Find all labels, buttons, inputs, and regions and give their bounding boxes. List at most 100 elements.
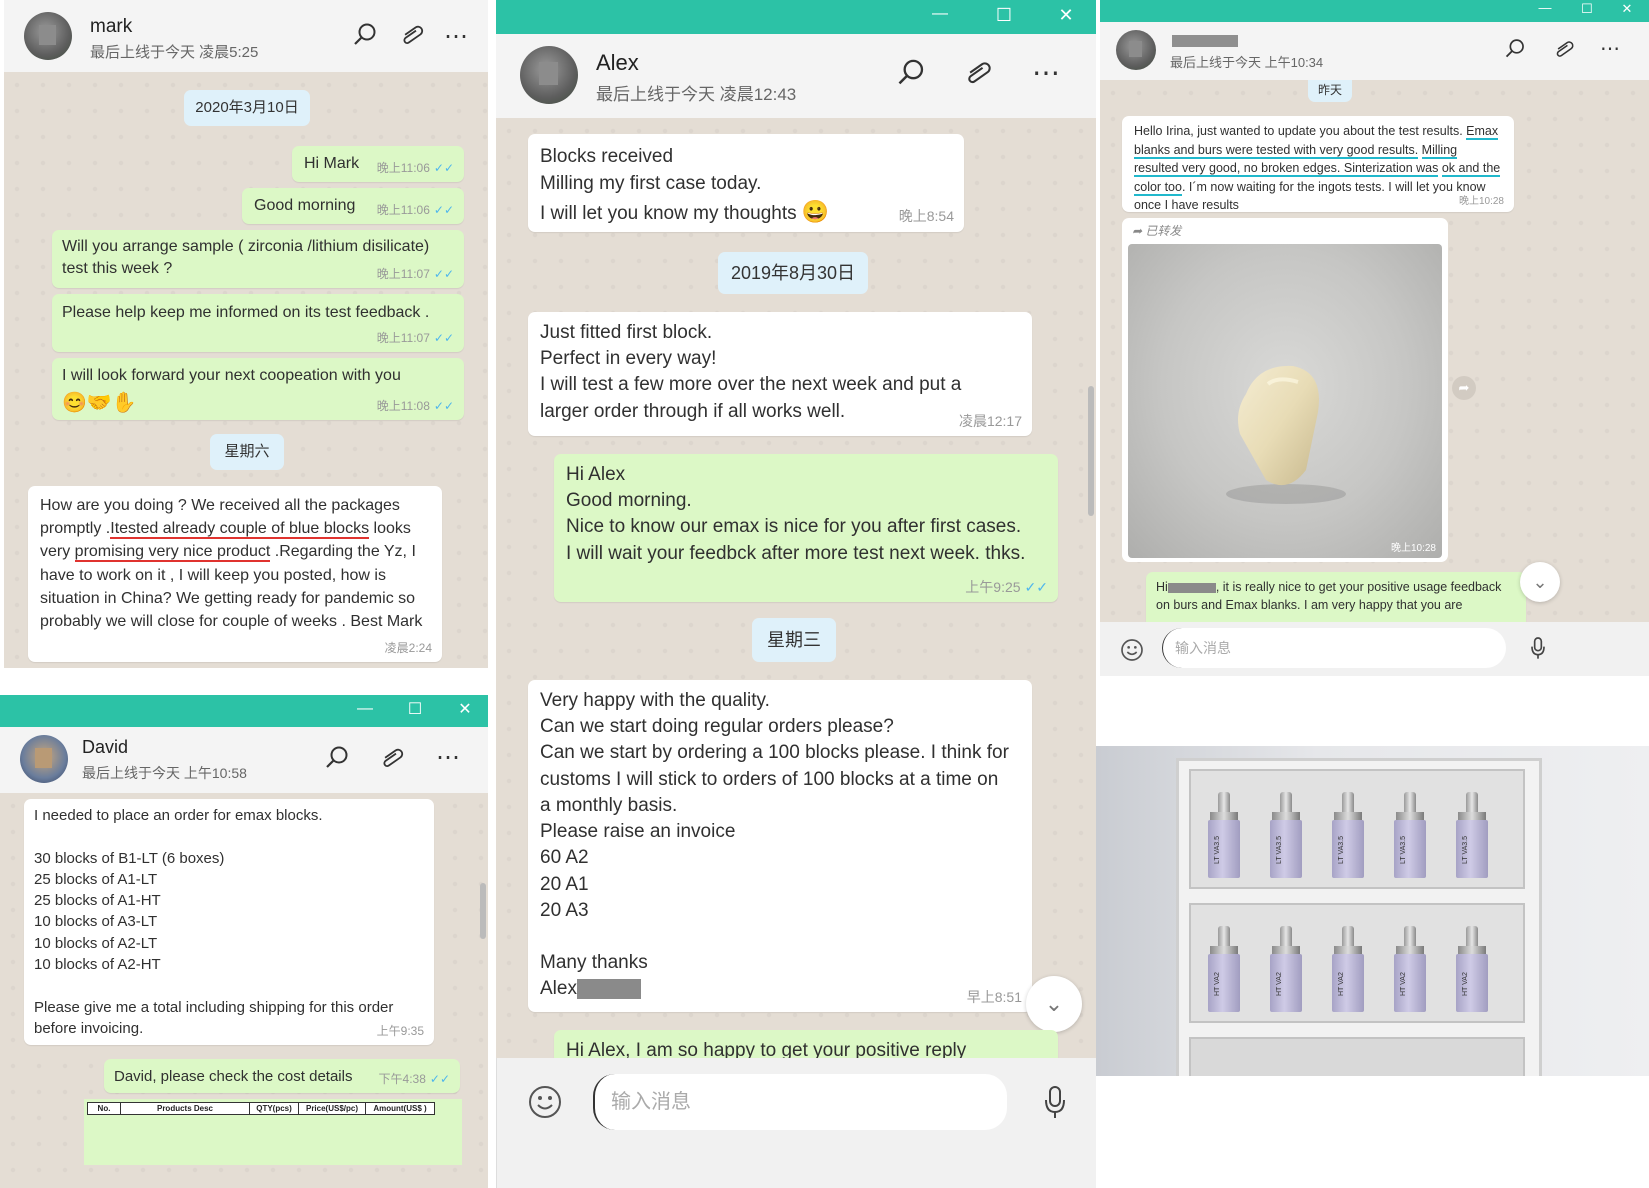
attachment-icon[interactable] <box>1552 38 1576 67</box>
message-incoming[interactable]: How are you doing ? We received all the … <box>28 486 442 662</box>
message-input[interactable]: 输入消息 <box>593 1074 1007 1130</box>
contact-name: David <box>82 737 129 757</box>
avatar[interactable] <box>520 46 578 104</box>
more-menu-icon[interactable]: ⋯ <box>1032 56 1060 89</box>
attachment-icon[interactable] <box>398 22 426 55</box>
close-icon[interactable]: ✕ <box>1050 0 1082 30</box>
message-list[interactable]: 2020年3月10日 Hi Mark 晚上11:06 ✓✓ Good mornin… <box>4 72 488 668</box>
message-time: 晚上11:07 <box>376 267 430 282</box>
message-text: I will look forward your next coopeation… <box>62 367 401 384</box>
scrollbar[interactable] <box>480 883 486 939</box>
chat-header: Alex 最后上线于今天 凌晨12:43 ⋯ <box>496 34 1096 119</box>
minimize-icon[interactable]: — <box>924 0 956 28</box>
maximize-icon[interactable]: ☐ <box>1574 0 1600 18</box>
contact-name-redacted <box>1172 35 1238 47</box>
message-time: 下午4:38 <box>378 1072 426 1087</box>
search-icon[interactable] <box>352 22 378 53</box>
minimize-icon[interactable]: — <box>350 695 380 723</box>
product-photo: LT VA3.5 LT VA3.5 LT VA3.5 LT VA3.5 LT VA3.5… <box>1096 746 1649 1076</box>
message-outgoing[interactable]: Will you arrange sample ( zirconia /lith… <box>52 230 464 288</box>
message-text: David, please check the cost details <box>114 1068 353 1085</box>
message-list[interactable]: Blocks received Milling my first case to… <box>496 118 1096 1118</box>
message-time: 晚上11:07 <box>376 331 430 346</box>
message-incoming[interactable]: Blocks received Milling my first case to… <box>528 134 964 232</box>
scroll-down-button[interactable]: ⌄ <box>1026 976 1082 1032</box>
cost-table-preview[interactable]: No. Products Desc QTY(pcs) Price(US$/pc)… <box>84 1099 462 1165</box>
chat-header: David 最后上线于今天 上午10:58 ⋯ <box>0 727 488 794</box>
message-list[interactable]: I needed to place an order for emax bloc… <box>0 793 488 1188</box>
microphone-icon[interactable] <box>1043 1084 1067 1125</box>
message-incoming[interactable]: I needed to place an order for emax bloc… <box>24 799 434 1045</box>
image-time: 晚上10:28 <box>1390 543 1436 554</box>
forwarded-image-message[interactable]: ➦ 已转发 晚上10:28 <box>1122 218 1448 562</box>
emoji-icon[interactable] <box>1120 638 1144 667</box>
message-incoming[interactable]: Very happy with the quality. Can we star… <box>528 680 1032 1012</box>
block-label: LT VA3.5 <box>1462 835 1469 865</box>
close-icon[interactable]: ✕ <box>1614 0 1640 18</box>
avatar[interactable] <box>1116 30 1156 70</box>
scrollbar[interactable] <box>1088 386 1094 516</box>
close-icon[interactable]: ✕ <box>450 695 480 725</box>
more-menu-icon[interactable]: ⋯ <box>1600 36 1620 61</box>
tooth-photo[interactable]: 晚上10:28 <box>1128 244 1442 558</box>
message-outgoing[interactable]: Please help keep me informed on its test… <box>52 294 464 352</box>
minimize-icon[interactable]: — <box>1532 0 1558 16</box>
search-icon[interactable] <box>1504 38 1526 65</box>
message-text: Just fitted first block. Perfect in ever… <box>540 322 962 422</box>
ceramic-block: HT VA2 <box>1392 926 1428 1016</box>
redacted-block <box>1167 582 1216 593</box>
message-incoming[interactable]: Hello Irina, just wanted to update you a… <box>1122 116 1514 212</box>
emoji: 😀 <box>801 199 830 225</box>
message-outgoing[interactable]: Hi Mark 晚上11:06 ✓✓ <box>292 146 464 182</box>
avatar[interactable] <box>24 12 72 60</box>
message-text: Please help keep me informed on its test… <box>62 304 430 321</box>
search-icon[interactable] <box>896 58 926 93</box>
table-header: Products Desc <box>120 1102 250 1115</box>
chat-header: mark 最后上线于今天 凌晨5:25 ⋯ <box>4 0 488 73</box>
ceramic-block: LT VA3.5 <box>1268 792 1304 882</box>
maximize-icon[interactable]: ☐ <box>400 695 430 725</box>
attachment-icon[interactable] <box>378 745 406 778</box>
attachment-icon[interactable] <box>962 58 994 95</box>
forwarded-label: ➦ 已转发 <box>1132 224 1182 238</box>
window-titlebar: — ☐ ✕ <box>0 695 488 727</box>
last-seen-status: 最后上线于今天 凌晨5:25 <box>90 44 259 61</box>
microphone-icon[interactable] <box>1530 636 1546 665</box>
more-menu-icon[interactable]: ⋯ <box>436 743 460 772</box>
message-outgoing[interactable]: Hi Alex Good morning. Nice to know our e… <box>554 454 1058 602</box>
more-menu-icon[interactable]: ⋯ <box>444 22 469 51</box>
ceramic-block: LT VA3.5 <box>1454 792 1490 882</box>
cost-table: No. Products Desc QTY(pcs) Price(US$/pc)… <box>87 1102 435 1115</box>
chat-window-irina: — ☐ ✕ 最后上线于今天 上午10:34 ⋯ 昨天 Hello Irina, … <box>1100 0 1649 676</box>
message-text: Hi, it is really nice to get your positi… <box>1156 580 1502 613</box>
date-separator: 2019年8月30日 <box>718 252 868 294</box>
forward-icon[interactable]: ➦ <box>1452 376 1476 400</box>
compose-bar: 输入消息 <box>1100 622 1649 676</box>
message-outgoing[interactable]: Good morning 晚上11:06 ✓✓ <box>242 188 464 224</box>
message-outgoing[interactable]: I will look forward your next coopeation… <box>52 358 464 420</box>
message-input[interactable]: 输入消息 <box>1162 628 1506 668</box>
ceramic-block: LT VA3.5 <box>1330 792 1366 882</box>
scroll-down-button[interactable]: ⌄ <box>1520 562 1560 602</box>
message-incoming[interactable]: Just fitted first block. Perfect in ever… <box>528 312 1032 436</box>
message-time: 晚上11:06 <box>376 203 430 218</box>
message-outgoing[interactable]: David, please check the cost details 下午4… <box>104 1059 460 1093</box>
message-outgoing[interactable]: Hi, it is really nice to get your positi… <box>1146 572 1526 622</box>
ceramic-block: LT VA3.5 <box>1206 792 1242 882</box>
chat-window-david: — ☐ ✕ David 最后上线于今天 上午10:58 ⋯ I needed t… <box>0 695 488 1188</box>
read-receipt-icon: ✓✓ <box>433 161 454 176</box>
contact-name: Alex <box>596 50 639 75</box>
read-receipt-icon: ✓✓ <box>433 331 454 346</box>
read-receipt-icon: ✓✓ <box>1024 578 1048 595</box>
avatar[interactable] <box>20 735 68 783</box>
chat-window-mark: mark 最后上线于今天 凌晨5:25 ⋯ 2020年3月10日 Hi Mark… <box>4 0 488 668</box>
message-list[interactable]: 昨天 Hello Irina, just wanted to update yo… <box>1100 80 1649 622</box>
block-label: HT VA2 <box>1462 972 1469 996</box>
maximize-icon[interactable]: ☐ <box>988 0 1020 30</box>
table-header: Price(US$/pc) <box>298 1102 366 1115</box>
last-seen-status: 最后上线于今天 凌晨12:43 <box>596 85 797 104</box>
message-time: 晚上11:06 <box>376 161 430 176</box>
search-icon[interactable] <box>324 745 350 776</box>
message-time: 晚上11:08 <box>376 399 430 414</box>
emoji-icon[interactable] <box>527 1084 563 1125</box>
